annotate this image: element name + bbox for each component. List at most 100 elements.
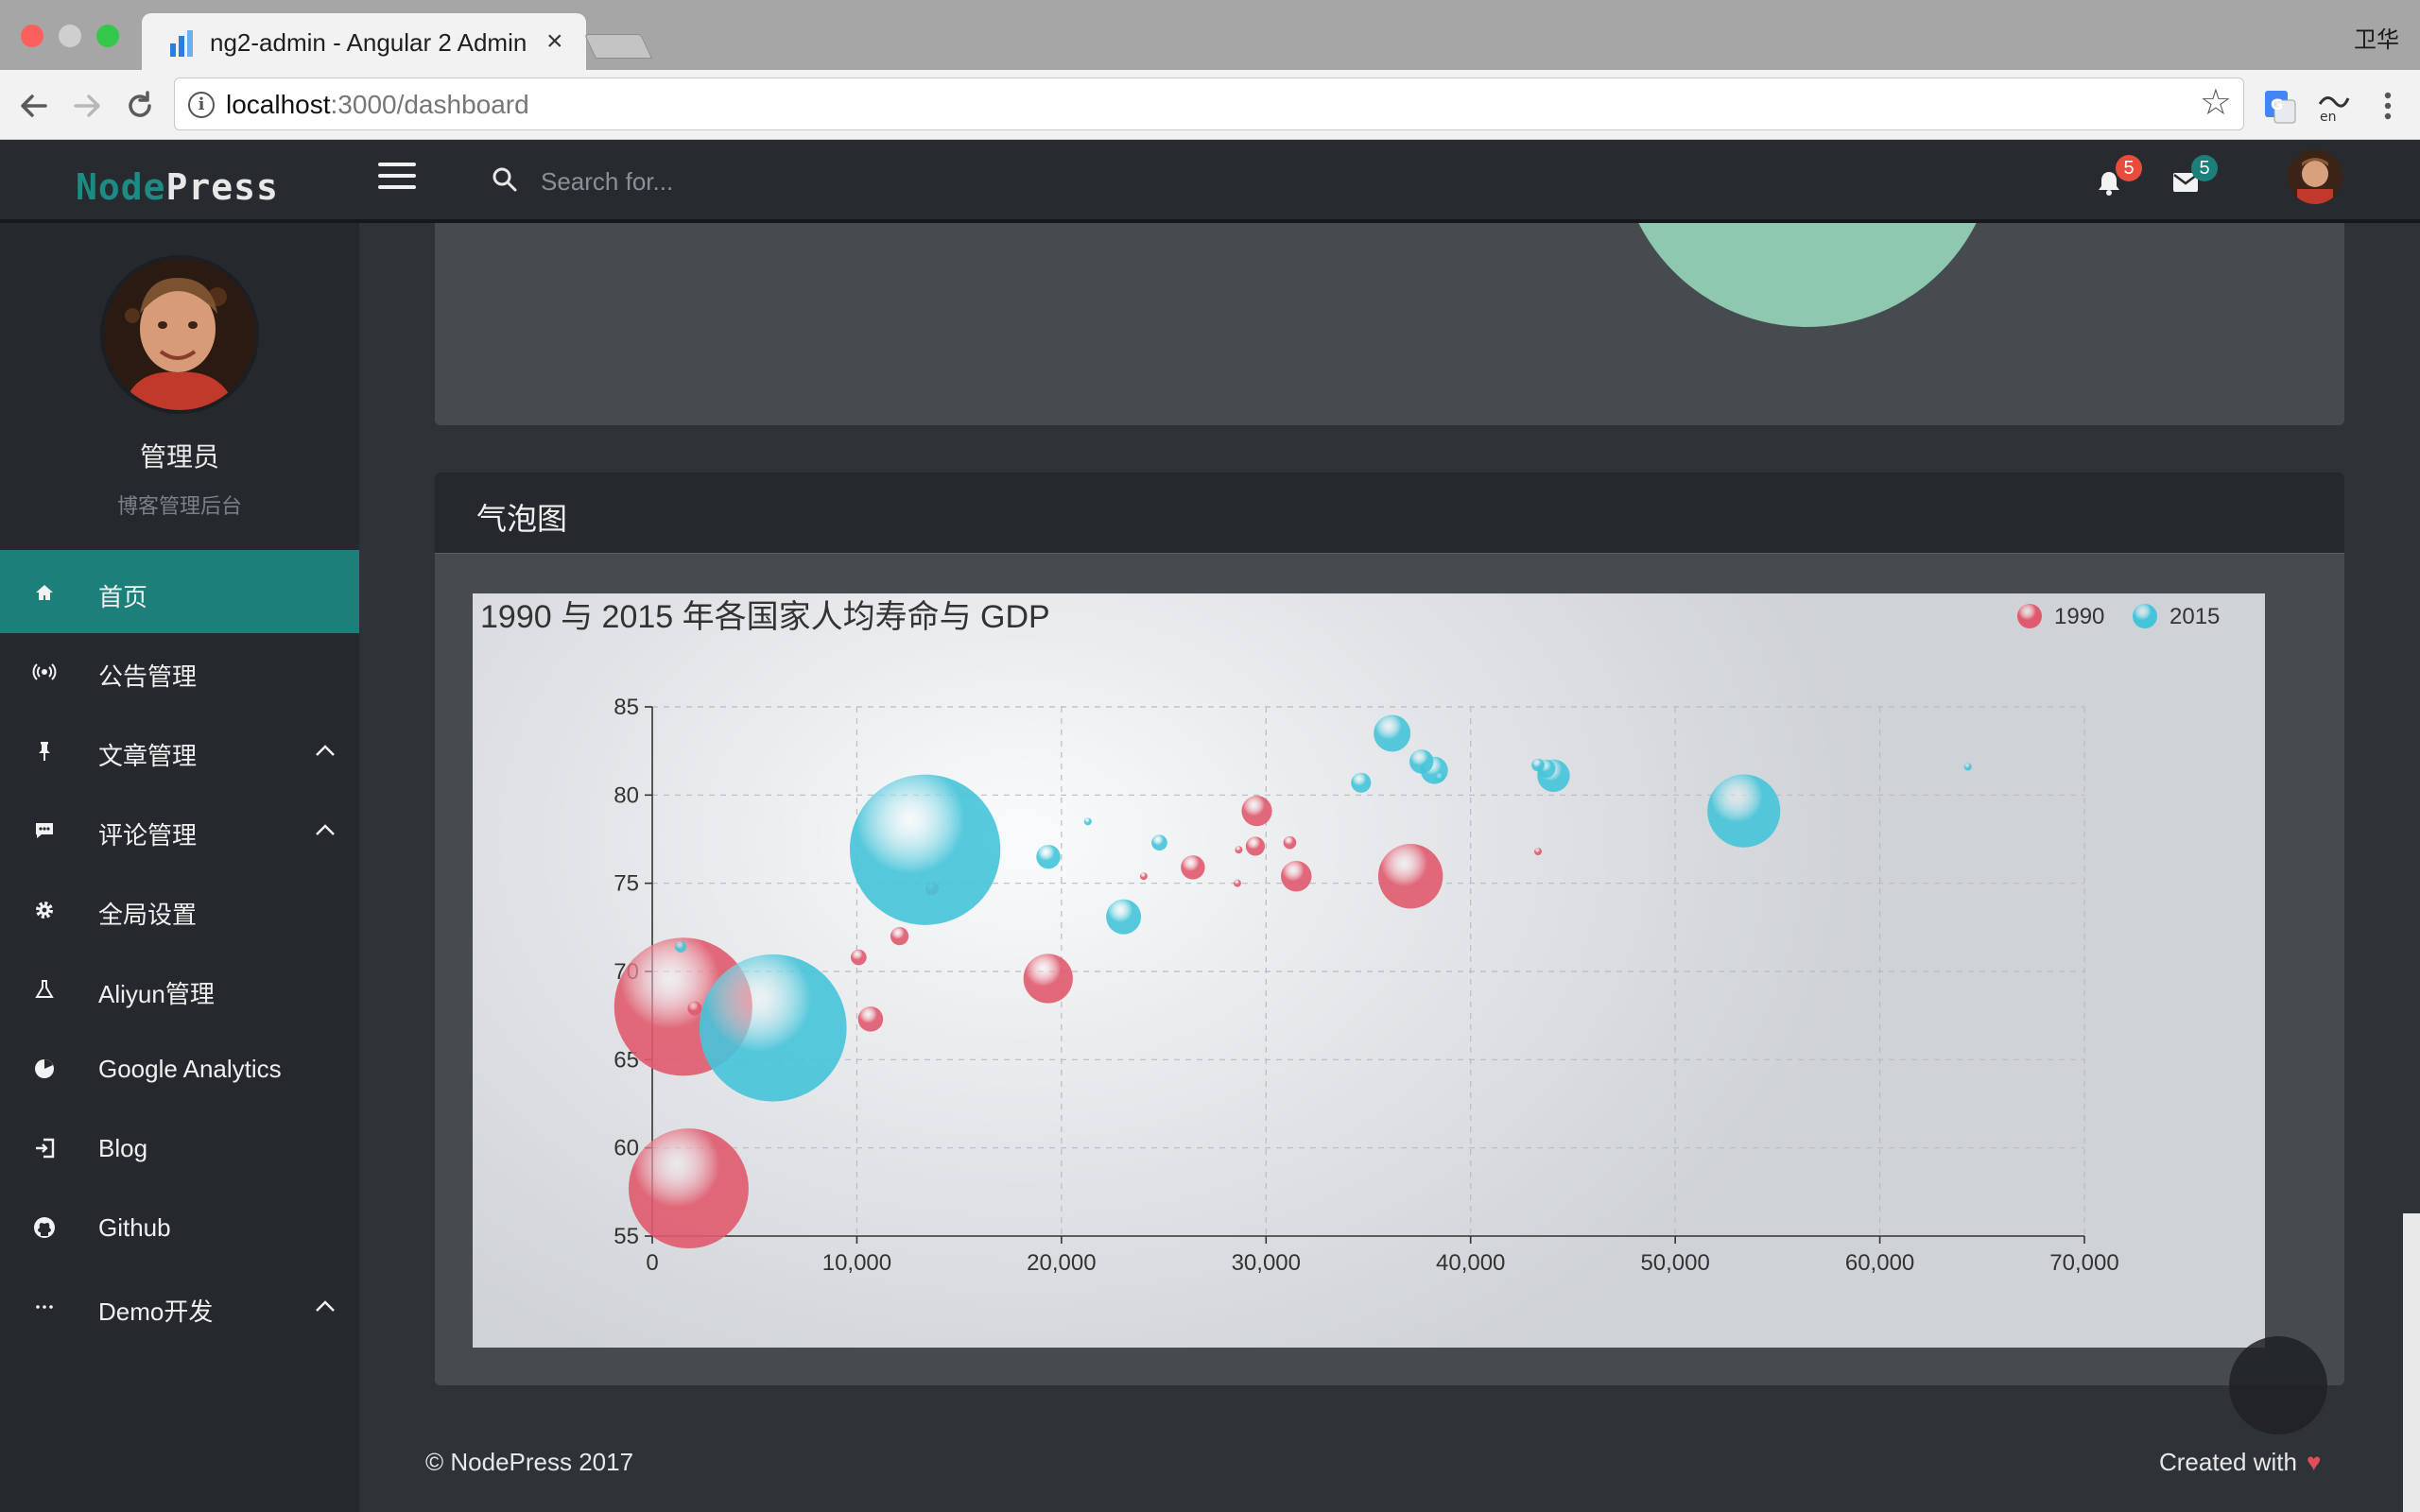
hamburger-menu-icon[interactable] — [378, 163, 416, 195]
search-icon[interactable] — [490, 164, 520, 195]
address-bar[interactable]: i localhost:3000/dashboard ☆ — [174, 77, 2244, 130]
sidebar-item-articles[interactable]: 文章管理 — [0, 713, 359, 792]
back-arrow-icon[interactable] — [13, 85, 55, 127]
chevron-up-icon[interactable] — [314, 1297, 337, 1315]
bubble-2015 — [1083, 817, 1092, 826]
bubble-chart-card: 气泡图 1990 与 2015 年各国家人均寿命与 GDP 0 10,000 20,0… — [435, 472, 2344, 1385]
forward-arrow-icon[interactable] — [66, 85, 108, 127]
bubble-1990 — [1181, 855, 1205, 880]
close-window-button[interactable] — [21, 25, 43, 47]
sidebar: 管理员 博客管理后台 首页 公告管理 文章管理 评论管理 全局设置 Aliyun… — [0, 223, 359, 1512]
browser-profile-name[interactable]: 卫华 — [2354, 21, 2399, 54]
bubble-1990 — [1377, 844, 1443, 909]
bubble-2015 — [675, 940, 687, 953]
search-input[interactable] — [541, 161, 1202, 202]
bubble-1990 — [857, 1006, 884, 1032]
bubble-2015 — [1351, 772, 1372, 793]
bubble-1990 — [1283, 835, 1297, 850]
sidebar-item-label: Google Analytics — [98, 1055, 282, 1083]
sidebar-item-announcements[interactable]: 公告管理 — [0, 633, 359, 713]
svg-text:G: G — [2271, 95, 2283, 113]
legend-marker-2015 — [2133, 604, 2157, 628]
bubble-chart-svg: 1990 与 2015 年各国家人均寿命与 GDP 0 10,000 20,000 30… — [480, 599, 2220, 1276]
chevron-up-icon[interactable] — [314, 820, 337, 839]
legend-marker-1990 — [2017, 604, 2042, 628]
pie-chart-slice — [1618, 223, 1996, 327]
sidebar-item-label: 评论管理 — [98, 821, 198, 850]
browser-toolbar: i localhost:3000/dashboard ☆ G en — [0, 70, 2420, 140]
sidebar-user-subtitle: 博客管理后台 — [116, 494, 242, 518]
messages-button[interactable]: 5 — [2172, 155, 2218, 200]
x-tick-label: 20,000 — [1027, 1250, 1096, 1276]
sidebar-item-aliyun[interactable]: Aliyun管理 — [0, 951, 359, 1030]
gear-icon — [36, 902, 53, 919]
comment-icon — [36, 823, 53, 838]
footer-created-with: Created with ♥ — [2159, 1448, 2322, 1476]
x-tick-label: 50,000 — [1640, 1250, 1709, 1276]
pie-chart-icon — [35, 1059, 54, 1078]
bubble-1990 — [1245, 836, 1266, 856]
sidebar-user-name: 管理员 — [139, 442, 219, 472]
y-tick-label: 85 — [614, 695, 639, 720]
sidebar-item-label: Github — [98, 1213, 171, 1242]
x-tick-label: 40,000 — [1436, 1250, 1505, 1276]
sidebar-item-comments[interactable]: 评论管理 — [0, 792, 359, 871]
sidebar-item-label: 公告管理 — [98, 662, 198, 691]
tab-title: ng2-admin - Angular 2 Admin Template — [210, 28, 531, 57]
translate-extension-icon[interactable]: G — [2261, 87, 2299, 125]
message-count-badge: 5 — [2191, 155, 2218, 181]
bubble-1990 — [1280, 860, 1312, 892]
card-header: 气泡图 — [435, 472, 2344, 554]
minimize-window-button[interactable] — [59, 25, 81, 47]
github-icon — [34, 1217, 55, 1238]
bubble-1990 — [890, 927, 909, 946]
url-text[interactable]: localhost:3000/dashboard — [226, 90, 529, 120]
bubble-1990 — [1023, 954, 1073, 1004]
sidebar-item-github[interactable]: Github — [0, 1189, 359, 1268]
legend-label-2015: 2015 — [2169, 604, 2220, 629]
user-avatar[interactable] — [2288, 149, 2342, 204]
heart-icon: ♥ — [2306, 1448, 2322, 1476]
chevron-up-icon[interactable] — [314, 741, 337, 760]
sidebar-item-settings[interactable]: 全局设置 — [0, 871, 359, 951]
bubble-1990 — [629, 1128, 749, 1249]
x-tick-label: 30,000 — [1232, 1250, 1301, 1276]
y-tick-label: 60 — [614, 1136, 639, 1161]
pin-icon — [39, 742, 50, 761]
dictionary-extension-icon[interactable]: en — [2314, 87, 2352, 125]
sidebar-item-label: 文章管理 — [98, 742, 198, 770]
new-tab-button[interactable] — [583, 34, 653, 59]
sidebar-item-google-analytics[interactable]: Google Analytics — [0, 1030, 359, 1109]
app-logo[interactable]: NodePress — [76, 166, 279, 208]
page-scrollbar[interactable] — [2403, 1213, 2420, 1512]
sidebar-item-label: Blog — [98, 1134, 148, 1162]
zoom-window-button[interactable] — [96, 25, 119, 47]
card-title: 气泡图 — [476, 502, 568, 536]
bookmark-star-icon[interactable]: ☆ — [2200, 84, 2232, 122]
back-to-top-button[interactable] — [2229, 1336, 2327, 1435]
y-tick-label: 75 — [614, 871, 639, 897]
x-tick-label: 10,000 — [822, 1250, 891, 1276]
bubble-2015 — [1435, 772, 1445, 782]
app-navbar: NodePress 5 5 — [0, 140, 2420, 223]
bubble-1990 — [1233, 879, 1241, 887]
sidebar-item-blog[interactable]: Blog — [0, 1109, 359, 1189]
bubble-2015 — [1151, 834, 1167, 851]
browser-tab-active[interactable]: ng2-admin - Angular 2 Admin Template × — [142, 13, 586, 70]
sidebar-item-label: Aliyun管理 — [98, 980, 215, 1008]
x-tick-label: 0 — [646, 1250, 658, 1276]
bubble-2015 — [1963, 763, 1972, 771]
legend-label-1990: 1990 — [2054, 604, 2104, 629]
notifications-button[interactable]: 5 — [2097, 155, 2142, 200]
site-info-icon[interactable]: i — [188, 92, 215, 118]
notification-count-badge: 5 — [2116, 155, 2142, 181]
bubble-2015 — [699, 954, 847, 1102]
sidebar-item-demo[interactable]: Demo开发 — [0, 1268, 359, 1348]
bubble-1990 — [687, 1001, 702, 1016]
browser-menu-icon[interactable] — [2369, 87, 2407, 125]
tab-close-icon[interactable]: × — [546, 25, 563, 59]
bubble-2015 — [1531, 758, 1545, 772]
reload-icon[interactable] — [119, 85, 161, 127]
sidebar-item-home[interactable]: 首页 — [0, 554, 359, 633]
sidebar-user-avatar[interactable] — [100, 255, 259, 414]
